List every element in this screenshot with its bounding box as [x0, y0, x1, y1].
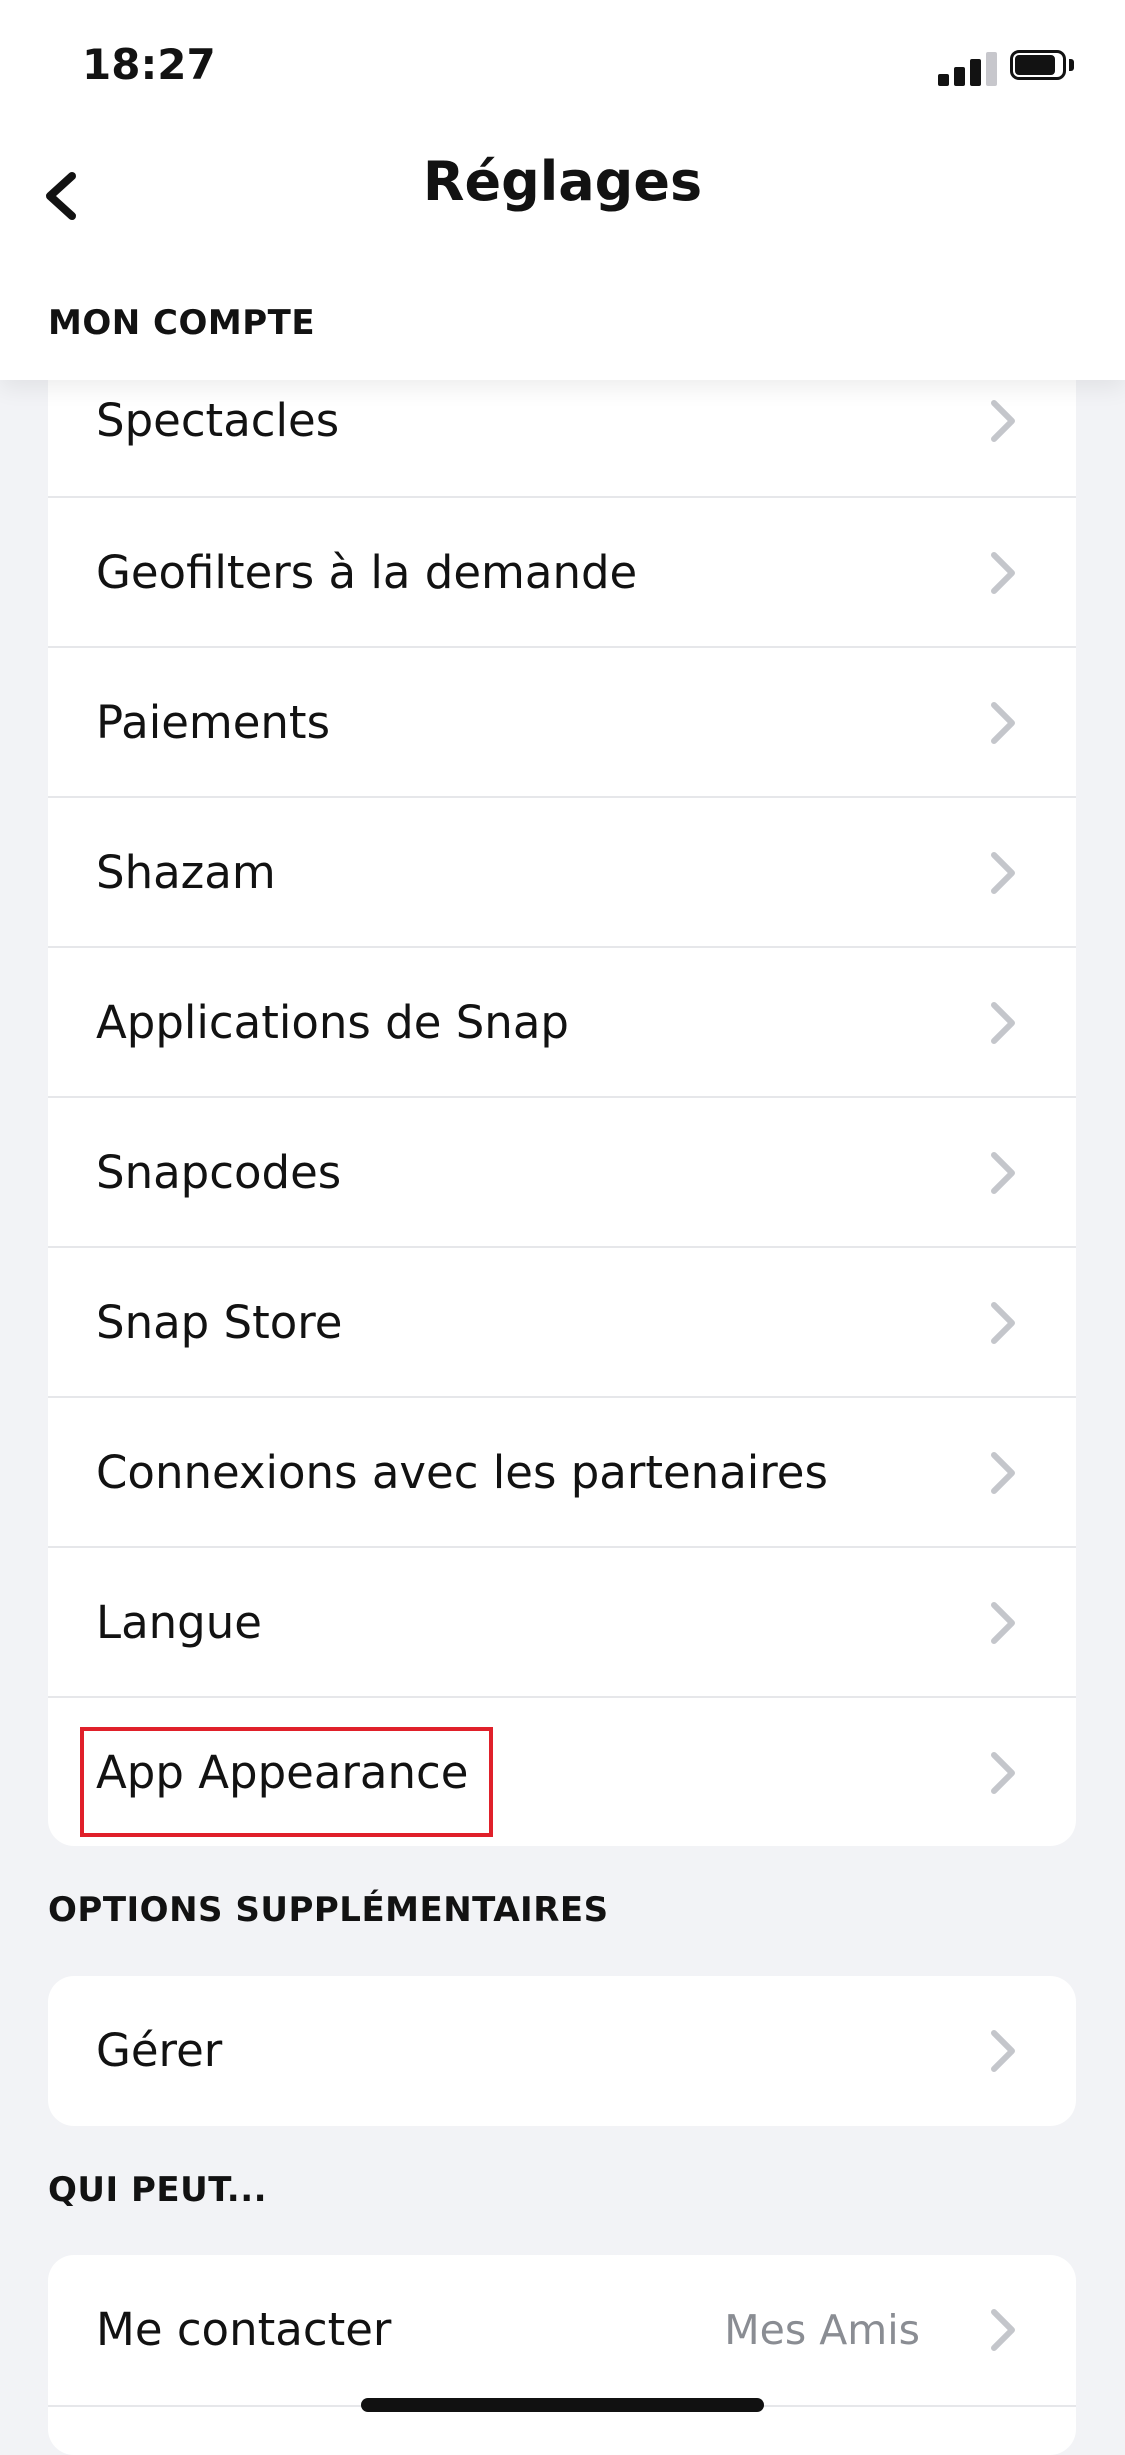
section-title-mon-compte: MON COMPTE	[48, 303, 316, 343]
chevron-right-icon	[991, 1302, 1015, 1344]
row-label: Gérer	[96, 2024, 223, 2077]
row-label: Snap Store	[96, 1296, 343, 1349]
settings-group-mon-compte: Spectacles Geofilters à la demande Paiem…	[48, 346, 1076, 1846]
settings-group-qui-peut: Me contacter Mes Amis	[48, 2255, 1076, 2455]
page-title: Réglages	[422, 150, 703, 213]
settings-row-partial[interactable]	[48, 2405, 1076, 2455]
row-label: Connexions avec les partenaires	[96, 1446, 828, 1499]
settings-row-shazam[interactable]: Shazam	[48, 796, 1076, 946]
settings-row-langue[interactable]: Langue	[48, 1546, 1076, 1696]
settings-row-me-contacter[interactable]: Me contacter Mes Amis	[48, 2255, 1076, 2405]
row-label: Applications de Snap	[96, 996, 569, 1049]
row-label: Langue	[96, 1596, 262, 1649]
header: 18:27 Réglages MON COMPTE	[0, 0, 1125, 380]
row-label: Snapcodes	[96, 1146, 342, 1199]
chevron-right-icon	[991, 2030, 1015, 2072]
chevron-right-icon	[991, 2309, 1015, 2351]
row-value: Mes Amis	[724, 2306, 920, 2354]
settings-row-connexions-partenaires[interactable]: Connexions avec les partenaires	[48, 1396, 1076, 1546]
chevron-right-icon	[991, 1002, 1015, 1044]
row-label: Paiements	[96, 696, 331, 749]
chevron-right-icon	[991, 400, 1015, 442]
chevron-right-icon	[991, 702, 1015, 744]
settings-row-geofilters[interactable]: Geofilters à la demande	[48, 496, 1076, 646]
settings-row-applications-de-snap[interactable]: Applications de Snap	[48, 946, 1076, 1096]
section-title-qui-peut: QUI PEUT...	[48, 2170, 268, 2210]
chevron-right-icon	[991, 1602, 1015, 1644]
chevron-right-icon	[991, 1152, 1015, 1194]
cellular-signal-icon	[938, 50, 998, 86]
battery-icon	[1010, 50, 1076, 84]
status-time: 18:27	[82, 40, 216, 89]
home-indicator	[361, 2398, 764, 2412]
chevron-right-icon	[991, 1752, 1015, 1794]
row-label: Me contacter	[96, 2303, 392, 2356]
chevron-right-icon	[991, 552, 1015, 594]
settings-row-snapcodes[interactable]: Snapcodes	[48, 1096, 1076, 1246]
settings-row-paiements[interactable]: Paiements	[48, 646, 1076, 796]
row-label: Geofilters à la demande	[96, 546, 638, 599]
chevron-right-icon	[991, 852, 1015, 894]
chevron-right-icon	[991, 1452, 1015, 1494]
settings-group-options: Gérer	[48, 1976, 1076, 2126]
settings-row-snap-store[interactable]: Snap Store	[48, 1246, 1076, 1396]
settings-row-gerer[interactable]: Gérer	[48, 1976, 1076, 2126]
highlight-box	[80, 1727, 493, 1837]
section-title-options: OPTIONS SUPPLÉMENTAIRES	[48, 1890, 609, 1930]
row-label: Shazam	[96, 846, 276, 899]
